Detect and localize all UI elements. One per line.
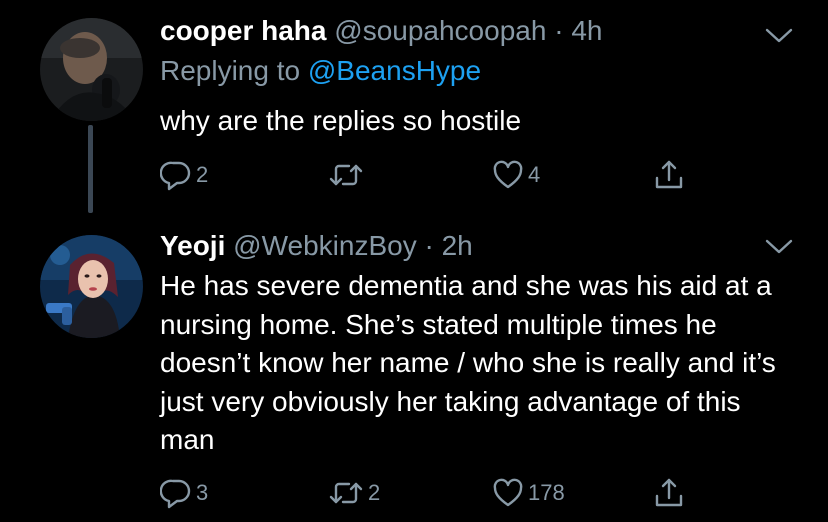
- tweet-header: Yeoji @WebkinzBoy · 2h: [160, 229, 473, 263]
- avatar[interactable]: [40, 235, 143, 338]
- avatar-image: [40, 18, 143, 121]
- avatar[interactable]: [40, 18, 143, 121]
- reply-count: 3: [196, 480, 209, 505]
- share-icon: [655, 160, 683, 189]
- tweet-text: He has severe dementia and she was his a…: [160, 270, 776, 455]
- avatar-image: [40, 235, 143, 338]
- separator: ·: [554, 15, 564, 46]
- tweet[interactable]: Yeoji @WebkinzBoy · 2h He has severe dem…: [0, 215, 828, 522]
- like-button[interactable]: 178: [492, 473, 565, 513]
- retweet-icon: [329, 482, 363, 504]
- tweet-text: why are the replies so hostile: [160, 105, 522, 136]
- retweet-button[interactable]: [328, 155, 368, 195]
- handle[interactable]: @soupahcoopah: [334, 15, 546, 46]
- retweet-icon: [329, 164, 363, 186]
- share-button[interactable]: [652, 155, 686, 195]
- like-icon: [493, 160, 523, 189]
- retweet-button[interactable]: 2: [328, 473, 380, 513]
- reply-count: 2: [196, 162, 209, 187]
- retweet-count: 2: [368, 480, 381, 505]
- tweet-actions: 2 4: [160, 155, 720, 195]
- like-button[interactable]: 4: [492, 155, 540, 195]
- display-name[interactable]: cooper haha: [160, 15, 326, 46]
- timestamp[interactable]: 2h: [442, 230, 473, 261]
- share-icon: [655, 478, 683, 507]
- replying-to-label: Replying to: [160, 55, 301, 86]
- separator: ·: [424, 230, 434, 261]
- reply-button[interactable]: 3: [160, 473, 208, 513]
- handle[interactable]: @WebkinzBoy: [233, 230, 417, 261]
- like-count: 4: [528, 162, 541, 187]
- like-icon: [493, 478, 523, 507]
- display-name[interactable]: Yeoji: [160, 230, 225, 261]
- reply-icon: [160, 479, 191, 509]
- reply-icon: [160, 161, 191, 191]
- reply-button[interactable]: 2: [160, 155, 208, 195]
- thread-line: [88, 125, 93, 213]
- like-count: 178: [528, 480, 565, 505]
- mention-link[interactable]: @BeansHype: [308, 55, 481, 86]
- tweet-actions: 3 2 178: [160, 473, 720, 513]
- share-button[interactable]: [652, 473, 686, 513]
- tweet-header: cooper haha @soupahcoopah · 4h: [160, 14, 602, 48]
- chevron-down-icon[interactable]: [764, 237, 794, 257]
- timestamp[interactable]: 4h: [571, 15, 602, 46]
- replying-to: Replying to @BeansHype: [160, 54, 481, 88]
- tweet[interactable]: cooper haha @soupahcoopah · 4h Replying …: [0, 0, 828, 215]
- chevron-down-icon[interactable]: [764, 26, 794, 46]
